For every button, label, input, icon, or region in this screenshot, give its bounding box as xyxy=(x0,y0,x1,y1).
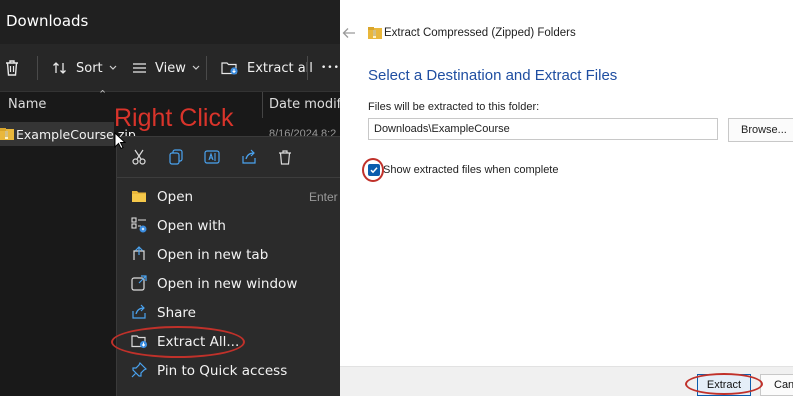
extract-all-highlight xyxy=(111,326,245,358)
zip-folder-icon xyxy=(0,127,14,145)
destination-label: Files will be extracted to this folder: xyxy=(368,101,540,113)
folder-icon xyxy=(131,188,147,209)
new-tab-icon xyxy=(131,246,147,267)
menu-item-pin-quick-access[interactable]: Pin to Quick access xyxy=(117,357,340,385)
extract-button-highlight xyxy=(685,373,763,395)
share-icon xyxy=(131,304,147,325)
browse-button[interactable]: Browse... xyxy=(728,118,793,142)
menu-item-open-new-tab[interactable]: Open in new tab xyxy=(117,241,340,269)
trash-icon xyxy=(4,59,20,77)
copy-icon[interactable] xyxy=(168,149,184,170)
menu-item-label: Open in new window xyxy=(157,276,298,292)
sort-chevron-icon: ⌃ xyxy=(98,89,108,101)
extract-folder-icon xyxy=(221,60,239,76)
destination-path-input[interactable] xyxy=(368,118,718,140)
column-date-modified[interactable]: Date modified xyxy=(269,97,340,112)
cancel-button[interactable]: Cancel xyxy=(760,374,793,396)
toolbar-divider xyxy=(206,56,207,80)
share-icon[interactable] xyxy=(241,149,257,170)
view-icon xyxy=(132,62,147,74)
more-options-button[interactable]: ••• xyxy=(321,44,340,92)
view-button[interactable]: View xyxy=(132,44,200,92)
explorer-toolbar: Sort View Extract all ••• xyxy=(0,44,340,92)
column-name[interactable]: Name xyxy=(8,97,46,112)
chevron-down-icon xyxy=(109,65,117,71)
toolbar-divider xyxy=(307,56,308,80)
menu-item-share[interactable]: Share xyxy=(117,299,340,327)
column-divider[interactable] xyxy=(262,92,263,118)
dialog-heading: Select a Destination and Extract Files xyxy=(368,67,618,84)
chevron-down-icon xyxy=(192,65,200,71)
toolbar-divider xyxy=(37,56,38,80)
show-files-label[interactable]: Show extracted files when complete xyxy=(383,164,558,176)
menu-item-label: Open xyxy=(157,189,194,205)
checkbox-highlight xyxy=(362,158,384,182)
back-arrow-icon[interactable] xyxy=(342,26,356,45)
context-menu: Open Enter Open with Open in new tab Ope… xyxy=(116,136,340,396)
open-with-icon xyxy=(131,217,147,238)
extract-dialog: Extract Compressed (Zipped) Folders Sele… xyxy=(340,0,793,396)
context-menu-quick-actions xyxy=(117,137,340,177)
menu-item-shortcut: Enter xyxy=(309,190,338,204)
extract-all-button[interactable]: Extract all xyxy=(221,44,313,92)
explorer-titlebar: Downloads xyxy=(0,0,340,44)
sort-button[interactable]: Sort xyxy=(52,44,117,92)
dialog-title: Extract Compressed (Zipped) Folders xyxy=(384,27,576,39)
explorer-title: Downloads xyxy=(6,12,89,30)
trash-icon[interactable] xyxy=(277,149,293,170)
menu-item-open-with[interactable]: Open with xyxy=(117,212,340,240)
pin-icon xyxy=(131,361,148,383)
more-icon: ••• xyxy=(321,63,340,73)
menu-item-open[interactable]: Open Enter xyxy=(117,183,340,211)
menu-item-open-new-window[interactable]: Open in new window xyxy=(117,270,340,298)
menu-item-label: Pin to Quick access xyxy=(157,363,288,379)
context-menu-divider xyxy=(117,177,340,178)
sort-label: Sort xyxy=(76,60,103,76)
zip-folder-icon xyxy=(368,26,382,44)
rename-icon[interactable] xyxy=(204,149,220,170)
menu-item-label: Open with xyxy=(157,218,226,234)
menu-item-label: Share xyxy=(157,305,196,321)
menu-item-label: Open in new tab xyxy=(157,247,269,263)
view-label: View xyxy=(155,60,186,76)
file-explorer-window: Downloads Sort View Extract all ••• ⌃ Na… xyxy=(0,0,340,396)
sort-icon xyxy=(52,60,68,76)
new-window-icon xyxy=(131,275,147,296)
mouse-cursor-icon xyxy=(114,131,127,155)
delete-button[interactable] xyxy=(4,44,20,92)
right-click-annotation: Right Click xyxy=(114,104,234,132)
extract-all-label: Extract all xyxy=(247,60,313,76)
cut-icon[interactable] xyxy=(131,149,147,170)
